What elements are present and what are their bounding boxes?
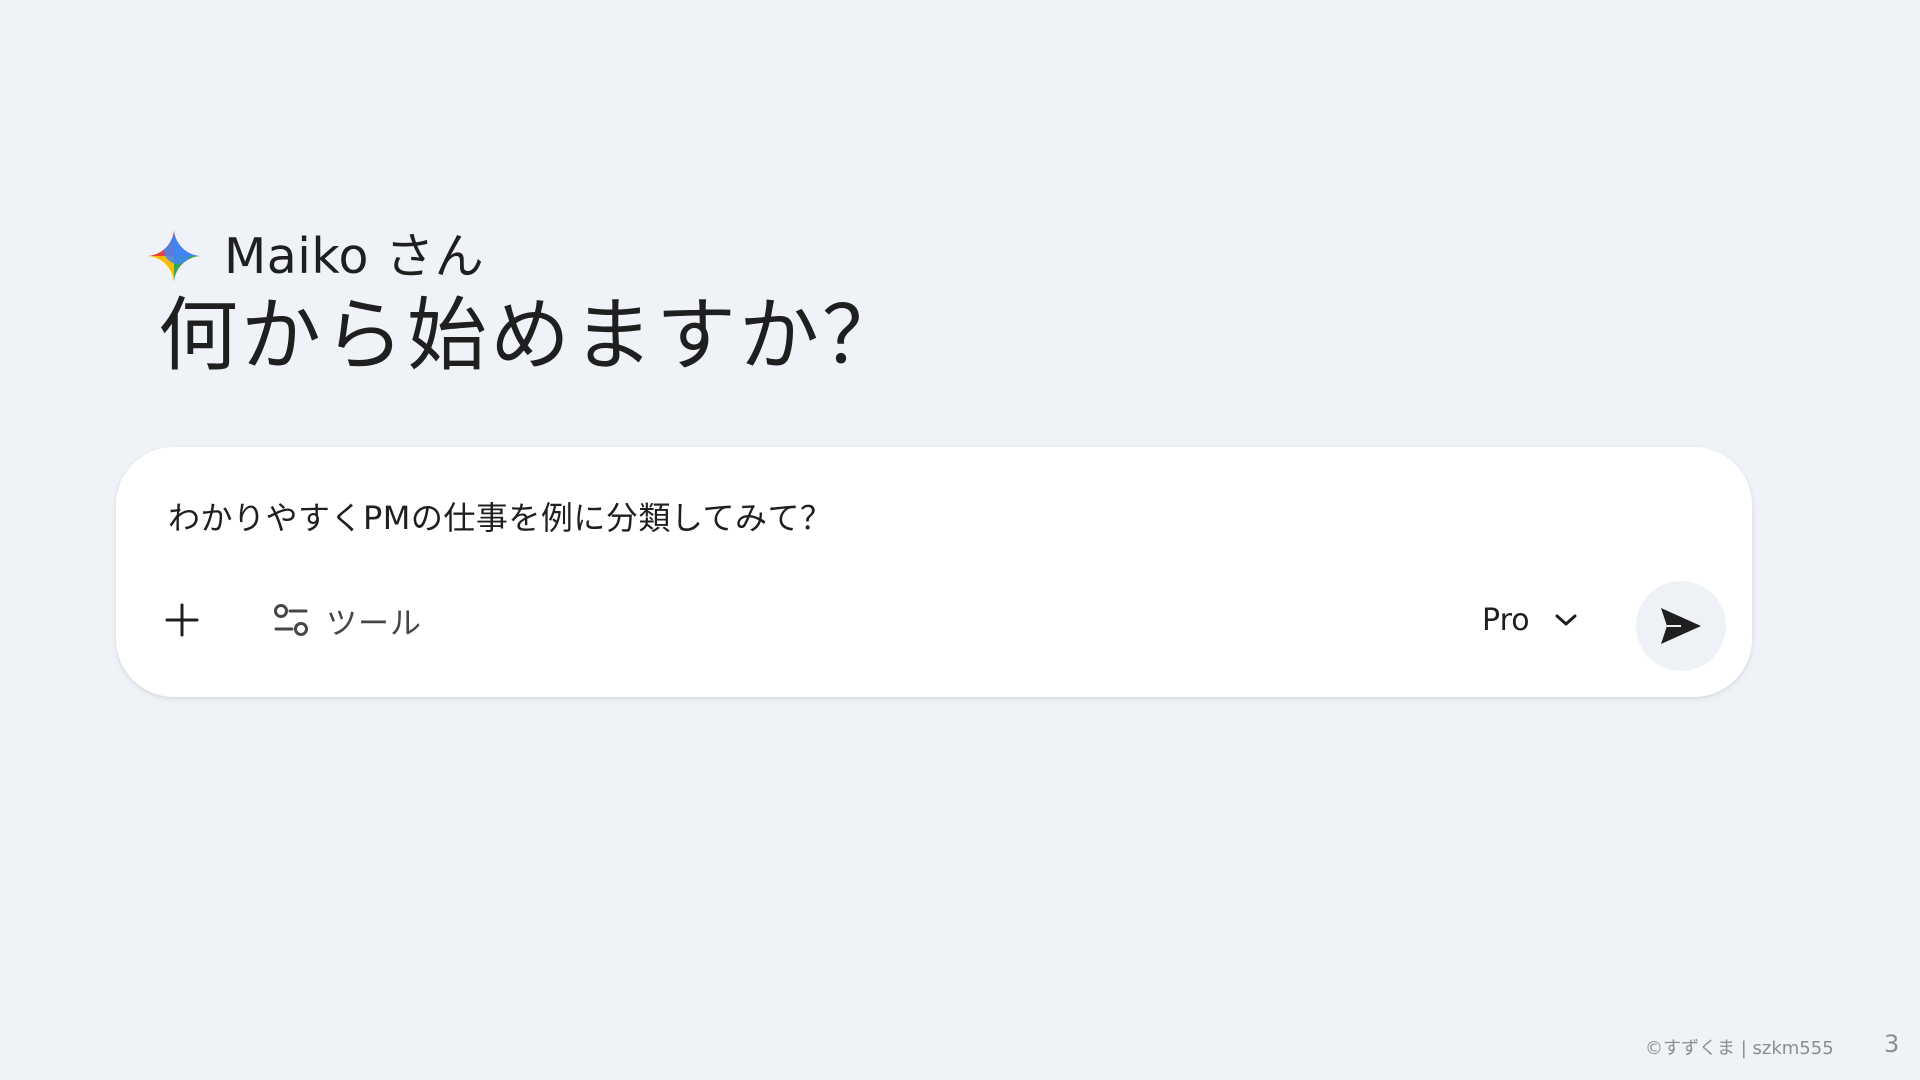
send-button[interactable] <box>1636 581 1726 671</box>
page-title: 何から始めますか？ <box>158 289 905 382</box>
tools-label: ツール <box>326 605 422 642</box>
prompt-input-box[interactable]: わかりやすくPMの仕事を例に分類してみて？ ツール Pro <box>116 447 1752 697</box>
page-number: 3 <box>1884 1030 1900 1058</box>
model-selector[interactable]: Pro <box>1482 592 1578 648</box>
greeting: Maiko さん <box>148 230 484 282</box>
tools-button[interactable]: ツール <box>264 590 430 650</box>
footer-credit: ©すずくま | szkm555 <box>1645 1038 1834 1059</box>
tune-icon <box>274 604 308 636</box>
sparkle-icon <box>148 230 200 282</box>
send-icon <box>1661 608 1701 644</box>
add-button[interactable] <box>154 592 210 648</box>
plus-icon <box>165 603 199 637</box>
model-label: Pro <box>1482 602 1530 638</box>
chevron-down-icon <box>1555 614 1577 626</box>
prompt-input[interactable]: わかりやすくPMの仕事を例に分類してみて？ <box>168 493 832 539</box>
greeting-name: Maiko さん <box>224 227 485 285</box>
